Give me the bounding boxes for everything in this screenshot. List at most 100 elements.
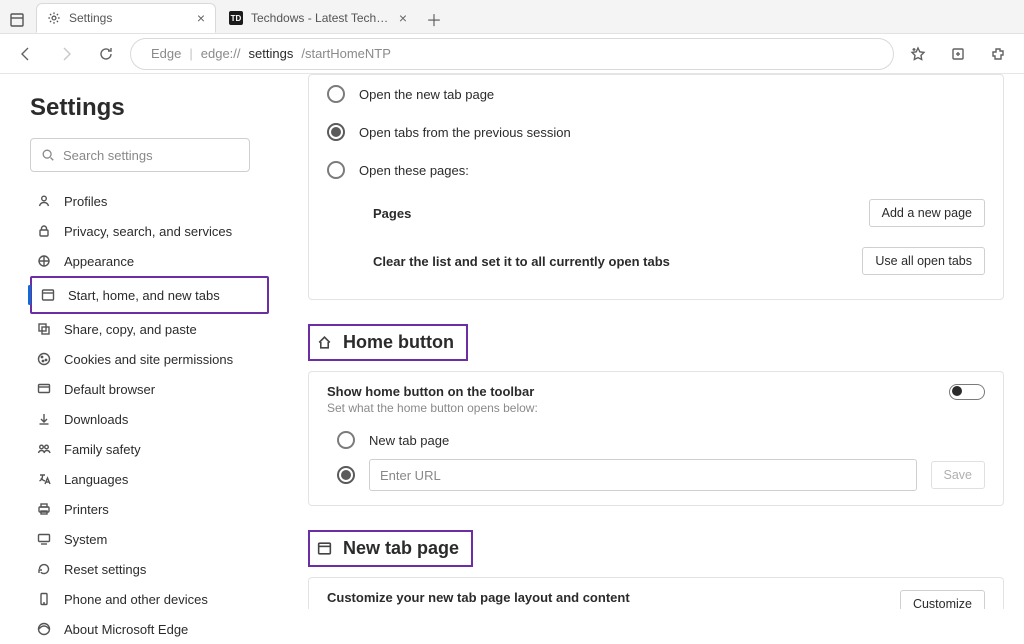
tab-actions-icon[interactable] [4,7,30,33]
sidebar-item-phone[interactable]: Phone and other devices [30,584,269,614]
browser-tab-settings[interactable]: Settings × [36,3,216,33]
sidebar-item-label: Privacy, search, and services [64,224,232,239]
sidebar-item-label: System [64,532,107,547]
sidebar-item-label: Phone and other devices [64,592,208,607]
startup-option-these-pages[interactable]: Open these pages: [327,151,985,189]
sidebar-item-languages[interactable]: Languages [30,464,269,494]
option-label: Open these pages: [359,163,469,178]
startup-card: Open the new tab page Open tabs from the… [308,74,1004,300]
address-scheme-label: Edge [151,46,181,61]
home-button-section-title: Home button [308,324,468,361]
divider: | [189,46,192,61]
show-home-title: Show home button on the toolbar [327,384,538,399]
search-placeholder: Search settings [63,148,153,163]
sidebar-item-label: Profiles [64,194,107,209]
startup-option-previous-session[interactable]: Open tabs from the previous session [327,113,985,151]
customize-button[interactable]: Customize [900,590,985,609]
forward-button[interactable] [50,38,82,70]
sidebar-item-label: Languages [64,472,128,487]
clear-list-label: Clear the list and set it to all current… [373,254,862,269]
titlebar: Settings × TD Techdows - Latest Technolo… [0,0,1024,34]
sidebar-item-share[interactable]: Share, copy, and paste [30,314,269,344]
startup-clear-row: Clear the list and set it to all current… [327,237,985,285]
pages-label: Pages [373,206,869,221]
sidebar-item-family[interactable]: Family safety [30,434,269,464]
search-input[interactable]: Search settings [30,138,250,172]
sidebar-item-label: Appearance [64,254,134,269]
startup-option-new-tab[interactable]: Open the new tab page [327,75,985,113]
option-label: Open tabs from the previous session [359,125,571,140]
customize-ntp-row: Customize your new tab page layout and c… [327,582,985,609]
home-url-input[interactable]: Enter URL [369,459,917,491]
sidebar-item-appearance[interactable]: Appearance [30,246,269,276]
sidebar-item-label: Start, home, and new tabs [68,288,220,303]
option-label: Open the new tab page [359,87,494,102]
home-option-new-tab[interactable]: New tab page [337,423,985,449]
sidebar-item-label: Family safety [64,442,141,457]
sidebar-item-label: Printers [64,502,109,517]
settings-sidebar: Settings Search settings Profiles Privac… [0,74,290,609]
address-bar[interactable]: Edge | edge:// settings/startHomeNTP [130,38,894,70]
sidebar-item-default-browser[interactable]: Default browser [30,374,269,404]
page-title: Settings [30,94,269,122]
sidebar-item-downloads[interactable]: Downloads [30,404,269,434]
customize-title: Customize your new tab page layout and c… [327,590,688,605]
url-rest: /startHomeNTP [301,46,391,61]
sidebar-item-label: Reset settings [64,562,146,577]
sidebar-item-printers[interactable]: Printers [30,494,269,524]
toolbar: Edge | edge:// settings/startHomeNTP [0,34,1024,74]
sidebar-item-about[interactable]: About Microsoft Edge [30,614,269,644]
option-label: New tab page [369,433,449,448]
collections-button[interactable] [942,38,974,70]
show-home-button-toggle[interactable] [949,384,985,400]
new-tab-section-title: New tab page [308,530,473,567]
favorites-button[interactable] [902,38,934,70]
tab-title: Techdows - Latest Technology N [251,11,391,25]
sidebar-item-label: About Microsoft Edge [64,622,188,637]
close-icon[interactable]: × [197,11,205,25]
close-icon[interactable]: × [399,11,407,25]
extensions-button[interactable] [982,38,1014,70]
sidebar-item-label: Downloads [64,412,128,427]
radio-icon [337,431,355,449]
section-title-text: Home button [343,332,454,353]
highlight-box: Start, home, and new tabs [30,276,269,314]
new-tab-button[interactable]: ＋ [420,5,448,33]
sidebar-item-profiles[interactable]: Profiles [30,186,269,216]
new-tab-card: Customize your new tab page layout and c… [308,577,1004,609]
url-prefix: edge:// [201,46,241,61]
home-button-card: Show home button on the toolbar Set what… [308,371,1004,506]
browser-tab-techdows[interactable]: TD Techdows - Latest Technology N × [218,3,418,33]
show-home-button-row: Show home button on the toolbar Set what… [327,376,985,423]
newtab-icon [316,540,333,557]
radio-icon [327,123,345,141]
sidebar-item-label: Cookies and site permissions [64,352,233,367]
back-button[interactable] [10,38,42,70]
sidebar-item-system[interactable]: System [30,524,269,554]
search-icon [41,148,55,162]
url-bold: settings [249,46,294,61]
settings-content: Open the new tab page Open tabs from the… [290,74,1024,609]
home-icon [316,334,333,351]
url-placeholder: Enter URL [380,468,441,483]
show-home-desc: Set what the home button opens below: [327,401,538,415]
save-button[interactable]: Save [931,461,986,489]
sidebar-item-start-home-newtabs[interactable]: Start, home, and new tabs [34,280,265,310]
radio-icon [337,466,355,484]
home-option-enter-url[interactable]: Enter URL Save [337,449,985,491]
tab-title: Settings [69,11,189,25]
use-all-open-tabs-button[interactable]: Use all open tabs [862,247,985,275]
add-new-page-button[interactable]: Add a new page [869,199,985,227]
sidebar-item-reset[interactable]: Reset settings [30,554,269,584]
startup-pages-header: Pages Add a new page [327,189,985,237]
radio-icon [327,161,345,179]
sidebar-item-cookies[interactable]: Cookies and site permissions [30,344,269,374]
radio-icon [327,85,345,103]
sidebar-item-privacy[interactable]: Privacy, search, and services [30,216,269,246]
gear-icon [47,11,61,25]
section-title-text: New tab page [343,538,459,559]
refresh-button[interactable] [90,38,122,70]
sidebar-item-label: Default browser [64,382,155,397]
sidebar-item-label: Share, copy, and paste [64,322,197,337]
site-favicon: TD [229,11,243,25]
